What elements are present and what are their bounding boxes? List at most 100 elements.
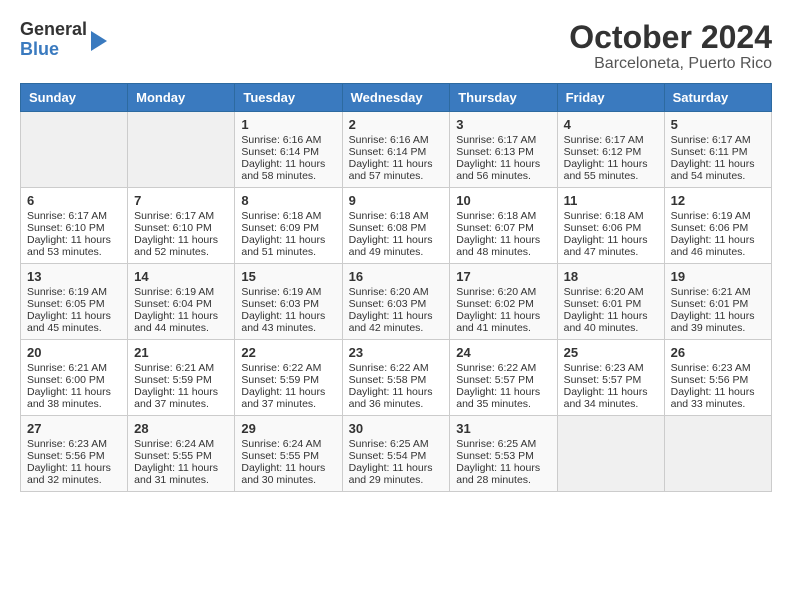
col-tuesday: Tuesday xyxy=(235,84,342,112)
sunset-text: Sunset: 5:59 PM xyxy=(134,374,212,386)
sunset-text: Sunset: 5:56 PM xyxy=(671,374,749,386)
daylight-text: Daylight: 11 hours and 51 minutes. xyxy=(241,234,325,258)
daylight-text: Daylight: 11 hours and 34 minutes. xyxy=(564,386,648,410)
table-row xyxy=(128,112,235,188)
sunrise-text: Sunrise: 6:18 AM xyxy=(349,210,429,222)
table-row: 3Sunrise: 6:17 AMSunset: 6:13 PMDaylight… xyxy=(450,112,557,188)
day-number: 17 xyxy=(456,269,550,284)
sunset-text: Sunset: 6:06 PM xyxy=(671,222,749,234)
sunset-text: Sunset: 6:14 PM xyxy=(349,146,427,158)
sunrise-text: Sunrise: 6:22 AM xyxy=(241,362,321,374)
day-number: 6 xyxy=(27,193,121,208)
daylight-text: Daylight: 11 hours and 57 minutes. xyxy=(349,158,433,182)
sunrise-text: Sunrise: 6:24 AM xyxy=(241,438,321,450)
day-number: 24 xyxy=(456,345,550,360)
sunrise-text: Sunrise: 6:19 AM xyxy=(27,286,107,298)
calendar-subtitle: Barceloneta, Puerto Rico xyxy=(569,55,772,73)
table-row: 28 Sunrise: 6:24 AMSunset: 5:55 PMDayligh… xyxy=(128,416,235,492)
daylight-text: Daylight: 11 hours and 36 minutes. xyxy=(349,386,433,410)
day-number: 18 xyxy=(564,269,658,284)
sunset-text: Sunset: 6:10 PM xyxy=(27,222,105,234)
day-number: 10 xyxy=(456,193,550,208)
day-number: 21 xyxy=(134,345,228,360)
table-row: 23Sunrise: 6:22 AMSunset: 5:58 PMDayligh… xyxy=(342,340,450,416)
table-row: 31Sunrise: 6:25 AMSunset: 5:53 PMDayligh… xyxy=(450,416,557,492)
sunset-text: Sunset: 5:55 PM xyxy=(134,450,212,462)
table-row: 20Sunrise: 6:21 AMSunset: 6:00 PMDayligh… xyxy=(21,340,128,416)
sunrise-text: Sunrise: 6:20 AM xyxy=(456,286,536,298)
page-header: General Blue October 2024 Barceloneta, P… xyxy=(20,20,772,73)
sunrise-text: Sunrise: 6:21 AM xyxy=(134,362,214,374)
day-number: 13 xyxy=(27,269,121,284)
daylight-text: Daylight: 11 hours and 49 minutes. xyxy=(349,234,433,258)
sunset-text: Sunset: 6:03 PM xyxy=(349,298,427,310)
table-row: 26Sunrise: 6:23 AMSunset: 5:56 PMDayligh… xyxy=(664,340,771,416)
day-number: 12 xyxy=(671,193,765,208)
table-row: 9Sunrise: 6:18 AMSunset: 6:08 PMDaylight… xyxy=(342,188,450,264)
calendar-week-row: 6Sunrise: 6:17 AMSunset: 6:10 PMDaylight… xyxy=(21,188,772,264)
sunrise-text: Sunrise: 6:17 AM xyxy=(456,134,536,146)
daylight-text: Daylight: 11 hours and 35 minutes. xyxy=(456,386,540,410)
sunset-text: Sunset: 5:54 PM xyxy=(349,450,427,462)
sunrise-text: Sunrise: 6:24 AM xyxy=(134,438,214,450)
sunrise-text: Sunrise: 6:19 AM xyxy=(241,286,321,298)
sunrise-text: Sunrise: 6:23 AM xyxy=(27,438,107,450)
sunset-text: Sunset: 6:05 PM xyxy=(27,298,105,310)
day-number: 11 xyxy=(564,193,658,208)
table-row: 21Sunrise: 6:21 AMSunset: 5:59 PMDayligh… xyxy=(128,340,235,416)
col-saturday: Saturday xyxy=(664,84,771,112)
day-number: 19 xyxy=(671,269,765,284)
table-row: 17Sunrise: 6:20 AMSunset: 6:02 PMDayligh… xyxy=(450,264,557,340)
day-number: 28 xyxy=(134,421,228,436)
daylight-text: Daylight: 11 hours and 55 minutes. xyxy=(564,158,648,182)
table-row: 7Sunrise: 6:17 AMSunset: 6:10 PMDaylight… xyxy=(128,188,235,264)
sunset-text: Sunset: 5:59 PM xyxy=(241,374,319,386)
day-number: 15 xyxy=(241,269,335,284)
table-row: 12Sunrise: 6:19 AMSunset: 6:06 PMDayligh… xyxy=(664,188,771,264)
daylight-text: Daylight: 11 hours and 52 minutes. xyxy=(134,234,218,258)
table-row: 13Sunrise: 6:19 AMSunset: 6:05 PMDayligh… xyxy=(21,264,128,340)
calendar-week-row: 1Sunrise: 6:16 AMSunset: 6:14 PMDaylight… xyxy=(21,112,772,188)
daylight-text: Daylight: 11 hours and 56 minutes. xyxy=(456,158,540,182)
sunrise-text: Sunrise: 6:18 AM xyxy=(564,210,644,222)
sunset-text: Sunset: 6:12 PM xyxy=(564,146,642,158)
sunset-text: Sunset: 6:06 PM xyxy=(564,222,642,234)
table-row: 4Sunrise: 6:17 AMSunset: 6:12 PMDaylight… xyxy=(557,112,664,188)
daylight-text: Daylight: 11 hours and 43 minutes. xyxy=(241,310,325,334)
table-row: 19Sunrise: 6:21 AMSunset: 6:01 PMDayligh… xyxy=(664,264,771,340)
day-number: 30 xyxy=(349,421,444,436)
logo-general: General xyxy=(20,19,87,39)
sunrise-text: Sunrise: 6:20 AM xyxy=(564,286,644,298)
daylight-text: Daylight: 11 hours and 42 minutes. xyxy=(349,310,433,334)
sunrise-text: Sunrise: 6:17 AM xyxy=(564,134,644,146)
daylight-text: Daylight: 11 hours and 44 minutes. xyxy=(134,310,218,334)
table-row xyxy=(21,112,128,188)
daylight-text: Daylight: 11 hours and 58 minutes. xyxy=(241,158,325,182)
daylight-text: Daylight: 11 hours and 28 minutes. xyxy=(456,462,540,486)
day-number: 7 xyxy=(134,193,228,208)
daylight-text: Daylight: 11 hours and 32 minutes. xyxy=(27,462,111,486)
table-row: 10Sunrise: 6:18 AMSunset: 6:07 PMDayligh… xyxy=(450,188,557,264)
day-number: 27 xyxy=(27,421,121,436)
day-number: 5 xyxy=(671,117,765,132)
day-number: 8 xyxy=(241,193,335,208)
daylight-text: Daylight: 11 hours and 53 minutes. xyxy=(27,234,111,258)
sunset-text: Sunset: 5:57 PM xyxy=(456,374,534,386)
daylight-text: Daylight: 11 hours and 31 minutes. xyxy=(134,462,218,486)
table-row xyxy=(557,416,664,492)
sunset-text: Sunset: 5:56 PM xyxy=(27,450,105,462)
day-number: 26 xyxy=(671,345,765,360)
sunset-text: Sunset: 6:02 PM xyxy=(456,298,534,310)
day-number: 3 xyxy=(456,117,550,132)
title-block: October 2024 Barceloneta, Puerto Rico xyxy=(569,20,772,73)
day-number: 14 xyxy=(134,269,228,284)
table-row: 24Sunrise: 6:22 AMSunset: 5:57 PMDayligh… xyxy=(450,340,557,416)
day-number: 29 xyxy=(241,421,335,436)
daylight-text: Daylight: 11 hours and 40 minutes. xyxy=(564,310,648,334)
sunrise-text: Sunrise: 6:18 AM xyxy=(456,210,536,222)
table-row xyxy=(664,416,771,492)
sunrise-text: Sunrise: 6:21 AM xyxy=(671,286,751,298)
sunset-text: Sunset: 6:08 PM xyxy=(349,222,427,234)
calendar-header-row: Sunday Monday Tuesday Wednesday Thursday… xyxy=(21,84,772,112)
table-row: 30Sunrise: 6:25 AMSunset: 5:54 PMDayligh… xyxy=(342,416,450,492)
